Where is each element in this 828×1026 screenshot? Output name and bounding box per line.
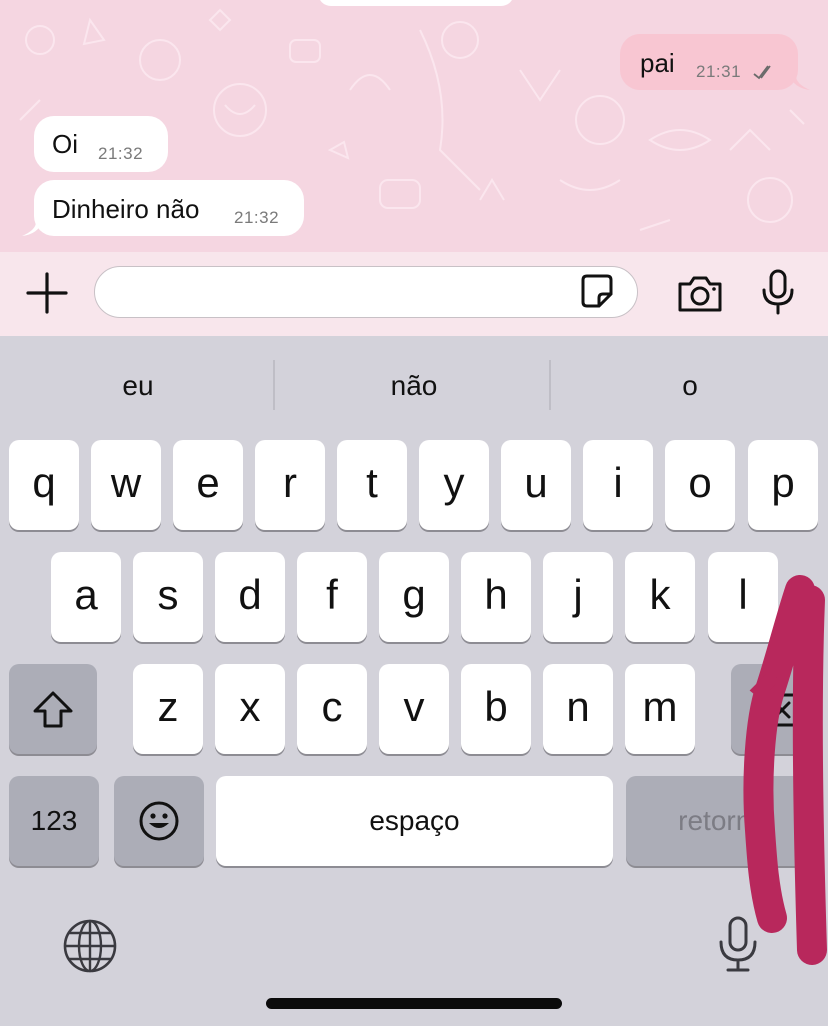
backspace-key[interactable] — [731, 664, 819, 754]
suggestion-divider — [549, 360, 551, 410]
message-bubble-outgoing[interactable]: pai 21:31 — [620, 34, 798, 90]
microphone-icon[interactable] — [760, 268, 796, 316]
suggestion-1[interactable]: eu — [8, 364, 268, 408]
plus-icon[interactable] — [25, 271, 69, 315]
key-p[interactable]: p — [748, 440, 818, 530]
key-e[interactable]: e — [173, 440, 243, 530]
emoji-key[interactable] — [114, 776, 204, 866]
key-j[interactable]: j — [543, 552, 613, 642]
numbers-key[interactable]: 123 — [9, 776, 99, 866]
key-z[interactable]: z — [133, 664, 203, 754]
key-n[interactable]: n — [543, 664, 613, 754]
message-time: 21:32 — [98, 144, 144, 163]
shift-icon — [33, 691, 73, 728]
read-double-check-icon — [753, 65, 771, 80]
key-t[interactable]: t — [337, 440, 407, 530]
key-o[interactable]: o — [665, 440, 735, 530]
key-g[interactable]: g — [379, 552, 449, 642]
message-time: 21:31 — [696, 62, 742, 81]
key-v[interactable]: v — [379, 664, 449, 754]
key-m[interactable]: m — [625, 664, 695, 754]
globe-icon[interactable] — [62, 918, 118, 974]
backspace-icon — [750, 693, 799, 727]
message-text: Oi — [52, 129, 78, 159]
key-x[interactable]: x — [215, 664, 285, 754]
sticker-icon[interactable] — [577, 272, 617, 312]
key-s[interactable]: s — [133, 552, 203, 642]
key-f[interactable]: f — [297, 552, 367, 642]
message-bubble-incoming[interactable]: Oi 21:32 — [34, 116, 168, 172]
key-y[interactable]: y — [419, 440, 489, 530]
dictation-mic-icon[interactable] — [716, 914, 760, 974]
message-bubble-incoming[interactable]: Dinheiro não 21:32 — [34, 180, 304, 236]
key-u[interactable]: u — [501, 440, 571, 530]
chat-area[interactable]: pai 21:31 Oi 21:32 Dinheiro não 21:32 — [0, 0, 828, 252]
key-d[interactable]: d — [215, 552, 285, 642]
space-key[interactable]: espaço — [216, 776, 613, 866]
key-i[interactable]: i — [583, 440, 653, 530]
message-text: pai — [640, 48, 675, 78]
previous-message-bubble-edge — [318, 0, 514, 6]
message-time: 21:32 — [234, 208, 280, 227]
emoji-icon — [139, 801, 179, 841]
key-r[interactable]: r — [255, 440, 325, 530]
return-key[interactable]: retorno — [626, 776, 819, 866]
message-input[interactable] — [94, 266, 638, 318]
key-h[interactable]: h — [461, 552, 531, 642]
bubble-tail — [790, 76, 810, 90]
suggestion-3[interactable]: o — [560, 364, 820, 408]
bubble-tail — [22, 222, 42, 236]
key-c[interactable]: c — [297, 664, 367, 754]
home-indicator — [266, 998, 562, 1009]
key-l[interactable]: l — [708, 552, 778, 642]
key-k[interactable]: k — [625, 552, 695, 642]
shift-key[interactable] — [9, 664, 97, 754]
message-text: Dinheiro não — [52, 194, 200, 224]
suggestion-2[interactable]: não — [284, 364, 544, 408]
key-b[interactable]: b — [461, 664, 531, 754]
onscreen-keyboard: eu não o q w e r t y u i o p a s d f g h… — [0, 336, 828, 1026]
suggestion-divider — [273, 360, 275, 410]
camera-icon[interactable] — [676, 274, 724, 314]
key-a[interactable]: a — [51, 552, 121, 642]
message-composer — [0, 252, 828, 337]
key-w[interactable]: w — [91, 440, 161, 530]
key-q[interactable]: q — [9, 440, 79, 530]
